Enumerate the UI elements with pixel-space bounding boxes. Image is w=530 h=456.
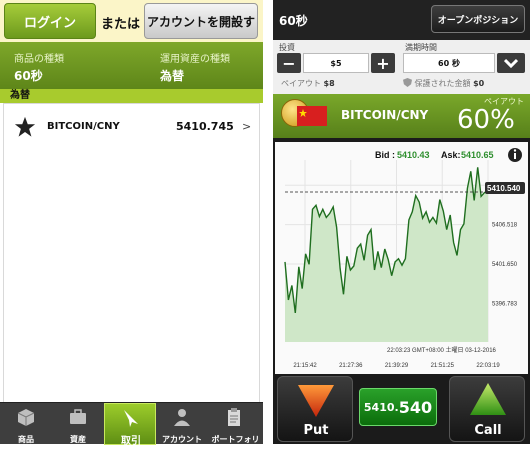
bid-value: 5410.43: [397, 150, 430, 160]
payout-amount-value: $8: [323, 79, 335, 88]
tab-products-label: 商品: [18, 435, 34, 444]
asset-row[interactable]: BITCOIN/CNY 5410.745 >: [4, 112, 259, 142]
left-panel: ログイン または アカウントを開設す 商品の種類 60秒 運用資産の種類 為替 …: [0, 0, 263, 455]
tab-assets[interactable]: 資産: [52, 403, 104, 445]
trade-header: 60秒 オープンポジション: [273, 0, 530, 40]
put-button[interactable]: Put: [277, 376, 353, 442]
investment-input[interactable]: $5: [303, 53, 369, 73]
china-flag-icon: [297, 106, 327, 126]
current-price-text: 5410.540: [487, 184, 521, 193]
box-icon: [17, 409, 35, 426]
open-account-button[interactable]: アカウントを開設す: [144, 3, 258, 39]
payout-amount: ペイアウト $8: [281, 78, 335, 89]
tab-account-label: アカウント: [162, 435, 202, 444]
chart-timestamp: 22:03:23 GMT+08:00 土曜日 03-12-2016: [387, 346, 497, 354]
or-label: または: [101, 17, 141, 32]
page-title: 60秒: [279, 14, 308, 28]
arrow-down-icon: [298, 385, 334, 417]
bid-label: Bid :: [375, 150, 395, 160]
x-tick-label: 21:15:42: [293, 363, 317, 369]
asset-list: BITCOIN/CNY 5410.745 >: [3, 103, 260, 403]
paper-plane-icon: [124, 410, 138, 427]
investment-label: 投資: [279, 43, 295, 52]
y-tick-label: 5401.650: [492, 262, 518, 268]
put-label: Put: [303, 423, 329, 438]
x-tick-label: 21:39:29: [385, 363, 409, 369]
tab-products[interactable]: 商品: [0, 403, 52, 445]
tab-account[interactable]: アカウント: [156, 403, 208, 445]
y-tick-label: 5406.518: [492, 223, 518, 229]
protected-amount: 保護された金額 $0: [403, 78, 484, 89]
top-bar: ログイン または アカウントを開設す: [0, 0, 263, 42]
open-positions-button[interactable]: オープンポジション: [431, 5, 525, 33]
current-rate: 5410. 540: [359, 388, 437, 426]
price-chart[interactable]: 5411.3865406.5185401.6505396.783 21:15:4…: [275, 142, 528, 374]
star-icon[interactable]: [14, 116, 36, 138]
expiry-label: 満期時間: [405, 43, 437, 52]
rate-small: 5410.: [363, 400, 399, 414]
trade-footer: Put 5410. 540 Call: [273, 374, 530, 444]
call-button[interactable]: Call: [449, 376, 525, 442]
payout-percent: 60%: [457, 105, 515, 135]
chevron-down-icon: [504, 58, 518, 68]
payout-amount-label: ペイアウト: [281, 79, 321, 88]
clipboard-icon: [228, 408, 240, 426]
arrow-up-icon: [470, 383, 506, 415]
y-tick-label: 5396.783: [492, 301, 518, 307]
selection-bar: 商品の種類 60秒 運用資産の種類 為替: [0, 42, 263, 89]
briefcase-icon: [70, 409, 86, 424]
ask-label: Ask:: [441, 150, 461, 160]
investment-plus-button[interactable]: +: [371, 53, 395, 73]
asset-type-label: 運用資産の種類: [160, 54, 230, 65]
bottom-nav: 商品 資産 取引 アカウント ポートフォリオ: [0, 402, 263, 455]
asset-type-selector[interactable]: 為替: [160, 67, 184, 84]
product-type-label: 商品の種類: [14, 54, 64, 65]
rate-big: 540: [398, 397, 433, 417]
tab-trade-label: 取引: [121, 436, 141, 447]
product-type-selector[interactable]: 60秒: [14, 67, 43, 84]
tab-portfolio-label: ポートフォリオ: [211, 435, 260, 455]
asset-name: BITCOIN/CNY: [47, 121, 120, 132]
expiry-select[interactable]: 60 秒: [403, 53, 495, 73]
ask-value: 5410.65: [461, 150, 494, 160]
protected-amount-label: 保護された金額: [414, 79, 471, 88]
person-icon: [174, 409, 190, 426]
investment-minus-button[interactable]: −: [277, 53, 301, 73]
tab-assets-label: 資産: [70, 435, 86, 444]
tab-trade[interactable]: 取引: [104, 403, 156, 447]
login-button[interactable]: ログイン: [4, 3, 96, 39]
info-icon[interactable]: [508, 148, 522, 162]
call-label: Call: [474, 423, 502, 438]
shield-icon: [403, 78, 412, 87]
trade-controls: 投資 − $5 + ペイアウト $8 満期時間 60 秒 保護された金額 $0: [273, 40, 530, 94]
price-chart-svg: 5411.3865406.5185401.6505396.783 21:15:4…: [275, 142, 528, 374]
section-header: 為替: [0, 89, 263, 103]
protected-amount-value: $0: [473, 79, 485, 88]
panel-divider: [263, 0, 273, 444]
right-panel: 60秒 オープンポジション 投資 − $5 + ペイアウト $8 満期時間 60…: [273, 0, 530, 444]
asset-bar: BITCOIN/CNY ペイアウト 60%: [273, 94, 530, 138]
x-tick-label: 22:03:19: [476, 363, 500, 369]
expiry-dropdown-button[interactable]: [497, 53, 525, 73]
x-tick-label: 21:51:25: [431, 363, 455, 369]
x-tick-label: 21:27:36: [339, 363, 363, 369]
tab-portfolio[interactable]: ポートフォリオ: [208, 403, 263, 455]
chevron-right-icon: >: [242, 120, 252, 133]
asset-title: BITCOIN/CNY: [341, 108, 429, 122]
asset-price: 5410.745: [176, 120, 234, 133]
